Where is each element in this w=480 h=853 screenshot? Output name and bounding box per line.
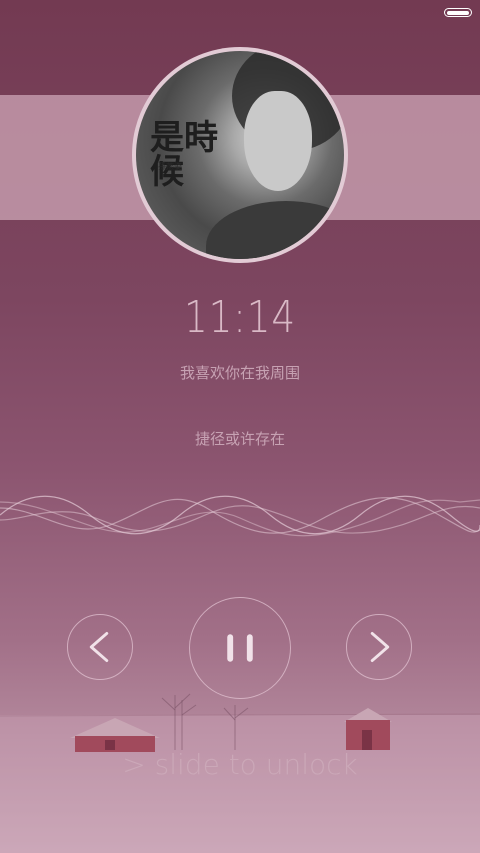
slide-to-unlock[interactable]: > slide to unlock <box>0 748 480 781</box>
album-title: 是時候 <box>150 118 218 192</box>
previous-button[interactable] <box>67 614 133 680</box>
next-button[interactable] <box>346 614 412 680</box>
chevron-right-icon <box>370 631 390 663</box>
album-artist: 孫燕姿 <box>158 162 182 171</box>
audio-waveform <box>0 495 480 537</box>
album-cover[interactable]: 是時候 孫燕姿 <box>136 51 344 259</box>
cover-art-face <box>244 91 312 191</box>
lyric-current: 我喜欢你在我周围 <box>179 364 300 382</box>
chevron-left-icon <box>89 631 109 663</box>
cover-art-shoulder <box>206 201 344 259</box>
battery-icon <box>444 8 472 17</box>
clock-time: 11:14 <box>183 292 297 343</box>
lyric-next: 捷径或许存在 <box>194 430 285 448</box>
